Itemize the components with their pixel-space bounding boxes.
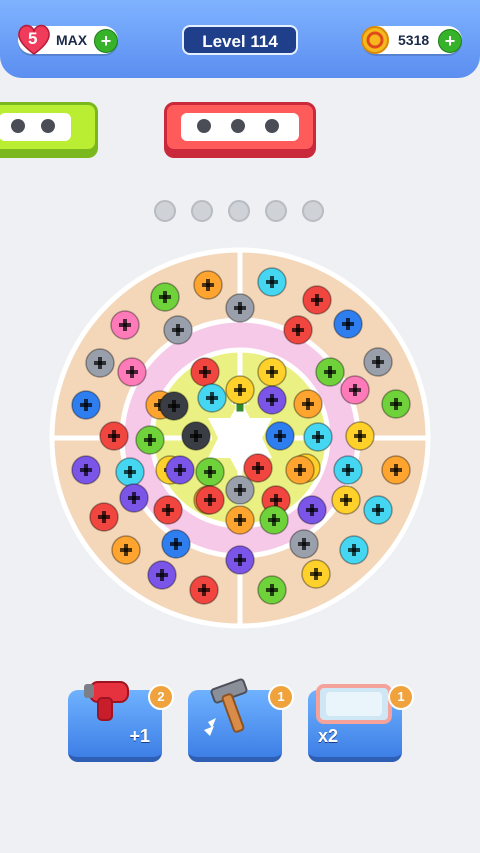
screw-green[interactable] xyxy=(315,357,345,387)
hammer-icon xyxy=(204,678,248,736)
screw-gray[interactable] xyxy=(163,315,193,345)
screw-cyan[interactable] xyxy=(197,383,227,413)
drill-booster-button[interactable]: +1 2 xyxy=(68,681,174,762)
screw-purple[interactable] xyxy=(297,495,327,525)
screw-orange[interactable] xyxy=(193,270,223,300)
screw-green[interactable] xyxy=(257,575,287,605)
screw-gray[interactable] xyxy=(85,348,115,378)
screw-blue[interactable] xyxy=(333,309,363,339)
screw-purple[interactable] xyxy=(165,455,195,485)
screw-pink[interactable] xyxy=(340,375,370,405)
screw-green[interactable] xyxy=(150,282,180,312)
screw-purple[interactable] xyxy=(71,455,101,485)
box-booster-button[interactable]: x2 1 xyxy=(308,684,414,762)
box-booster-label: x2 xyxy=(318,726,339,746)
screw-cyan[interactable] xyxy=(257,267,287,297)
box-booster-count: 1 xyxy=(388,684,414,710)
screw-orange[interactable] xyxy=(225,505,255,535)
toolbox-icon xyxy=(316,684,392,724)
screw-red[interactable] xyxy=(195,485,225,515)
drill-booster-count: 2 xyxy=(148,684,174,710)
screw-blue[interactable] xyxy=(71,390,101,420)
screw-pink[interactable] xyxy=(110,310,140,340)
hammer-booster-count: 1 xyxy=(268,684,294,710)
screw-red[interactable] xyxy=(190,357,220,387)
screw-yellow[interactable] xyxy=(301,559,331,589)
screw-yellow[interactable] xyxy=(225,375,255,405)
screw-green[interactable] xyxy=(195,457,225,487)
screw-pink[interactable] xyxy=(117,357,147,387)
drill-booster-label: +1 xyxy=(129,726,150,746)
screw-gray[interactable] xyxy=(225,293,255,323)
screw-green[interactable] xyxy=(381,389,411,419)
screw-gray[interactable] xyxy=(225,475,255,505)
screw-gray[interactable] xyxy=(363,347,393,377)
screw-purple[interactable] xyxy=(225,545,255,575)
screw-black[interactable] xyxy=(181,421,211,451)
screw-cyan[interactable] xyxy=(303,422,333,452)
screw-red[interactable] xyxy=(283,315,313,345)
screw-red[interactable] xyxy=(153,495,183,525)
screw-orange[interactable] xyxy=(111,535,141,565)
screw-cyan[interactable] xyxy=(115,457,145,487)
screw-purple[interactable] xyxy=(147,560,177,590)
drill-icon xyxy=(84,681,129,721)
screw-orange[interactable] xyxy=(285,455,315,485)
screw-cyan[interactable] xyxy=(363,495,393,525)
screw-yellow[interactable] xyxy=(257,357,287,387)
screw-green[interactable] xyxy=(135,425,165,455)
screw-yellow[interactable] xyxy=(331,485,361,515)
screw-green[interactable] xyxy=(259,505,289,535)
screw-red[interactable] xyxy=(89,502,119,532)
screw-cyan[interactable] xyxy=(339,535,369,565)
screw-black[interactable] xyxy=(159,391,189,421)
screw-orange[interactable] xyxy=(381,455,411,485)
screw-red[interactable] xyxy=(99,421,129,451)
screw-red[interactable] xyxy=(189,575,219,605)
screw-red[interactable] xyxy=(302,285,332,315)
screw-blue[interactable] xyxy=(161,529,191,559)
screw-blue[interactable] xyxy=(265,421,295,451)
screw-yellow[interactable] xyxy=(345,421,375,451)
screw-purple[interactable] xyxy=(257,385,287,415)
screw-orange[interactable] xyxy=(293,389,323,419)
screw-purple[interactable] xyxy=(119,483,149,513)
screw-gray[interactable] xyxy=(289,529,319,559)
hammer-booster-button[interactable]: 1 xyxy=(188,678,294,762)
screw-cyan[interactable] xyxy=(333,455,363,485)
